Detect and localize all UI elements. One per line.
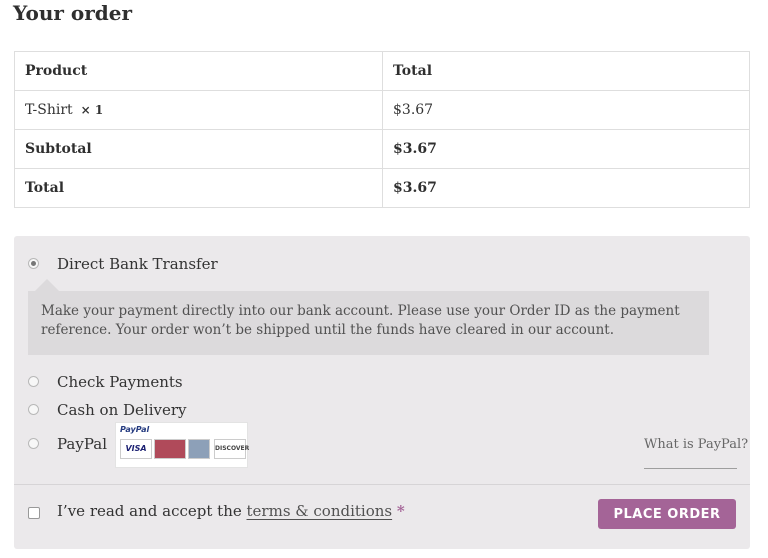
paypal-radio[interactable] [28,438,39,449]
table-header-row: Product Total [14,51,750,91]
product-total-cell: $3.67 [382,90,750,130]
terms-checkbox[interactable] [28,507,40,519]
paypal-label[interactable]: PayPal [57,435,107,453]
bank-transfer-label[interactable]: Direct Bank Transfer [57,255,218,273]
description-arrow [35,279,59,291]
terms-link[interactable]: terms & conditions [247,502,393,520]
discover-card-icon: DISCOVER [214,439,249,459]
total-label: Total [14,168,383,208]
order-table: Product Total T-Shirt × 1 $3.67 Subtotal … [14,51,750,208]
paypal-acceptance-logo: PayPal VISA DISCOVER [115,422,249,468]
total-value: $3.67 [382,168,750,208]
what-is-paypal-link[interactable]: What is PayPal? [644,437,748,452]
table-row: T-Shirt × 1 $3.67 [14,90,750,130]
product-name: T-Shirt [25,102,73,118]
required-asterisk: * [396,502,405,520]
mastercard-icon [154,439,186,459]
check-payments-radio[interactable] [28,376,39,387]
subtotal-label: Subtotal [14,129,383,169]
subtotal-value: $3.67 [382,129,750,169]
amex-card-icon [188,439,210,459]
cash-on-delivery-label[interactable]: Cash on Delivery [57,401,187,419]
paypal-link-underline [644,468,737,469]
total-column-header: Total [382,51,750,91]
product-column-header: Product [14,51,383,91]
payment-panel: Direct Bank Transfer Make your payment d… [14,236,750,549]
total-row: Total $3.67 [14,168,750,208]
bank-transfer-radio[interactable] [28,258,39,269]
place-order-button[interactable]: PLACE ORDER [598,499,736,529]
terms-label: I’ve read and accept the terms & conditi… [57,502,405,520]
bank-transfer-description: Make your payment directly into our bank… [28,291,709,355]
product-quantity: × 1 [80,103,104,117]
panel-divider [14,484,750,485]
cash-on-delivery-radio[interactable] [28,404,39,415]
subtotal-row: Subtotal $3.67 [14,129,750,169]
page-title: Your order [13,1,133,25]
product-cell: T-Shirt × 1 [14,90,383,130]
visa-card-icon: VISA [120,439,152,459]
terms-prefix: I’ve read and accept the [57,502,242,520]
paypal-logo-text: PayPal [120,425,150,434]
check-payments-label[interactable]: Check Payments [57,373,183,391]
